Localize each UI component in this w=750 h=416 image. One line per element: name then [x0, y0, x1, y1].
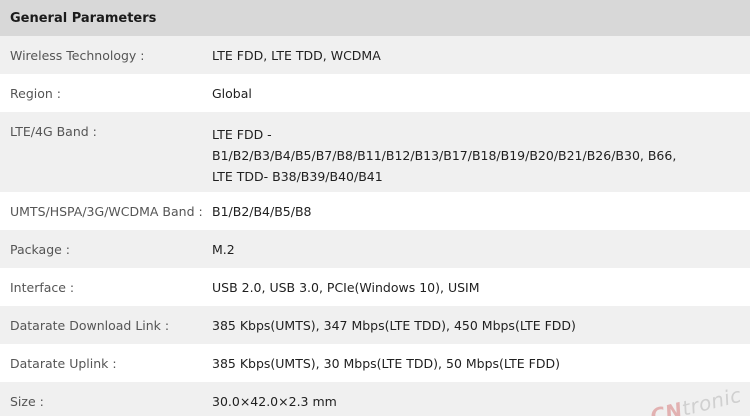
table-row: Datarate Download Link : 385 Kbps(UMTS),…: [0, 306, 750, 344]
table-row: UMTS/HSPA/3G/WCDMA Band : B1/B2/B4/B5/B8: [0, 192, 750, 230]
row-value-line: LTE TDD- B38/B39/B40/B41: [212, 169, 383, 184]
row-value: LTE FDD, LTE TDD, WCDMA: [212, 47, 381, 63]
row-value: B1/B2/B4/B5/B8: [212, 203, 312, 219]
row-label: Datarate Uplink :: [10, 355, 117, 371]
table-row: Size : 30.0×42.0×2.3 mm: [0, 382, 750, 416]
table-row: Wireless Technology : LTE FDD, LTE TDD, …: [0, 36, 750, 74]
row-label: Wireless Technology :: [10, 47, 145, 63]
row-value: 385 Kbps(UMTS), 30 Mbps(LTE TDD), 50 Mbp…: [212, 355, 560, 371]
row-value: 385 Kbps(UMTS), 347 Mbps(LTE TDD), 450 M…: [212, 317, 576, 333]
row-label: Interface :: [10, 279, 75, 295]
row-value: LTE FDD - B1/B2/B3/B4/B5/B7/B8/B11/B12/B…: [212, 112, 750, 192]
row-value: M.2: [212, 241, 235, 257]
row-value: Global: [212, 85, 252, 101]
row-value-line: LTE FDD -: [212, 127, 272, 142]
row-value-line: B1/B2/B3/B4/B5/B7/B8/B11/B12/B13/B17/B18…: [212, 148, 677, 163]
row-value: USB 2.0, USB 3.0, PCIe(Windows 10), USIM: [212, 279, 480, 295]
table-row: Interface : USB 2.0, USB 3.0, PCIe(Windo…: [0, 268, 750, 306]
table-row: Datarate Uplink : 385 Kbps(UMTS), 30 Mbp…: [0, 344, 750, 382]
row-label: Package :: [10, 241, 70, 257]
table-row: Package : M.2: [0, 230, 750, 268]
row-label: Region :: [10, 85, 61, 101]
table-row: Region : Global: [0, 74, 750, 112]
row-label: UMTS/HSPA/3G/WCDMA Band :: [10, 203, 203, 219]
spec-table: General Parameters Wireless Technology :…: [0, 0, 750, 416]
row-label: LTE/4G Band :: [10, 124, 97, 139]
row-label: Datarate Download Link :: [10, 317, 170, 333]
row-label: Size :: [10, 393, 44, 409]
table-row: LTE/4G Band : LTE FDD - B1/B2/B3/B4/B5/B…: [0, 112, 750, 192]
section-title: General Parameters: [0, 0, 750, 36]
